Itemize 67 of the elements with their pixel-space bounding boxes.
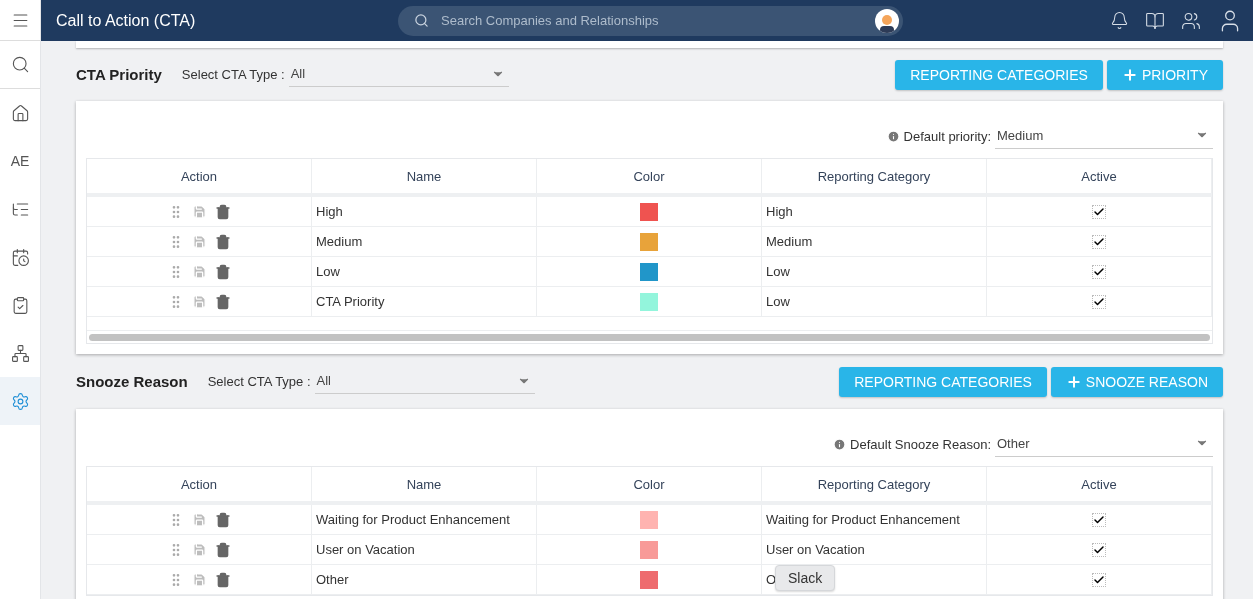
- column-header: Reporting Category: [762, 467, 987, 501]
- section-title: CTA Priority: [76, 66, 162, 83]
- cta-type-select[interactable]: All: [314, 369, 535, 394]
- delete-icon[interactable]: [214, 233, 231, 250]
- search-field[interactable]: Search Companies and Relationships: [398, 5, 903, 36]
- home-icon: [10, 103, 30, 123]
- settings-icon: [10, 391, 30, 411]
- info-icon: [886, 129, 900, 143]
- calendar-clock-icon: [10, 247, 30, 267]
- table-cell: High: [762, 197, 987, 226]
- table-cell: CTA Priority: [312, 287, 537, 316]
- default-select[interactable]: Medium: [995, 123, 1213, 149]
- default-label: Default priority:: [903, 128, 991, 144]
- table-cell: Low: [312, 257, 537, 286]
- plus-icon: [1121, 66, 1138, 83]
- delete-icon[interactable]: [214, 541, 231, 558]
- avatar[interactable]: [875, 8, 899, 33]
- delete-icon[interactable]: [214, 511, 231, 528]
- search-icon: [414, 13, 429, 28]
- search-input[interactable]: Search Companies and Relationships: [439, 12, 865, 29]
- column-header: Action: [87, 159, 312, 193]
- plus-icon: [1065, 373, 1082, 390]
- table-cell: High: [312, 197, 537, 226]
- active-checkbox[interactable]: [1092, 264, 1106, 279]
- scrollbar[interactable]: [89, 334, 1210, 341]
- default-select[interactable]: Other: [995, 431, 1213, 457]
- table-cell: Other: [312, 565, 537, 594]
- select-label: Select CTA Type :: [207, 374, 311, 389]
- delete-icon[interactable]: [214, 203, 231, 220]
- people-icon[interactable]: [1181, 10, 1201, 31]
- info-icon: [833, 437, 847, 451]
- column-header: Active: [987, 467, 1212, 501]
- table-cell: Medium: [312, 227, 537, 256]
- select-label: Select CTA Type :: [181, 67, 285, 82]
- active-checkbox[interactable]: [1092, 294, 1106, 309]
- active-checkbox[interactable]: [1092, 572, 1106, 587]
- table-cell: Waiting for Product Enhancement: [762, 505, 987, 534]
- delete-icon[interactable]: [214, 263, 231, 280]
- column-header: Color: [537, 159, 762, 193]
- search-icon: [10, 55, 30, 74]
- column-header: Name: [312, 159, 537, 193]
- table-cell: Low: [762, 287, 987, 316]
- page-title: Call to Action (CTA): [56, 11, 197, 30]
- hierarchy-icon: [10, 343, 30, 363]
- delete-icon[interactable]: [214, 571, 231, 588]
- sidebar-item[interactable]: AE: [0, 137, 40, 185]
- active-checkbox[interactable]: [1092, 542, 1106, 557]
- column-header: Color: [537, 467, 762, 501]
- column-header: Active: [987, 159, 1212, 193]
- active-checkbox[interactable]: [1092, 204, 1106, 219]
- bell-icon[interactable]: [1110, 11, 1129, 30]
- section-title: Snooze Reason: [76, 373, 188, 390]
- column-header: Action: [87, 467, 312, 501]
- table-cell: Waiting for Product Enhancement: [312, 505, 537, 534]
- table-cell: User on Vacation: [762, 535, 987, 564]
- default-label: Default Snooze Reason:: [850, 436, 991, 452]
- column-header: Name: [312, 467, 537, 501]
- table-cell: Medium: [762, 227, 987, 256]
- column-header: Reporting Category: [762, 159, 987, 193]
- active-checkbox[interactable]: [1092, 234, 1106, 249]
- book-icon[interactable]: [1145, 10, 1165, 31]
- tooltip: Slack: [775, 565, 836, 591]
- table-cell: User on Vacation: [312, 535, 537, 564]
- delete-icon[interactable]: [214, 293, 231, 310]
- active-checkbox[interactable]: [1092, 512, 1106, 527]
- table-cell: Low: [762, 257, 987, 286]
- cta-type-select[interactable]: All: [288, 62, 509, 87]
